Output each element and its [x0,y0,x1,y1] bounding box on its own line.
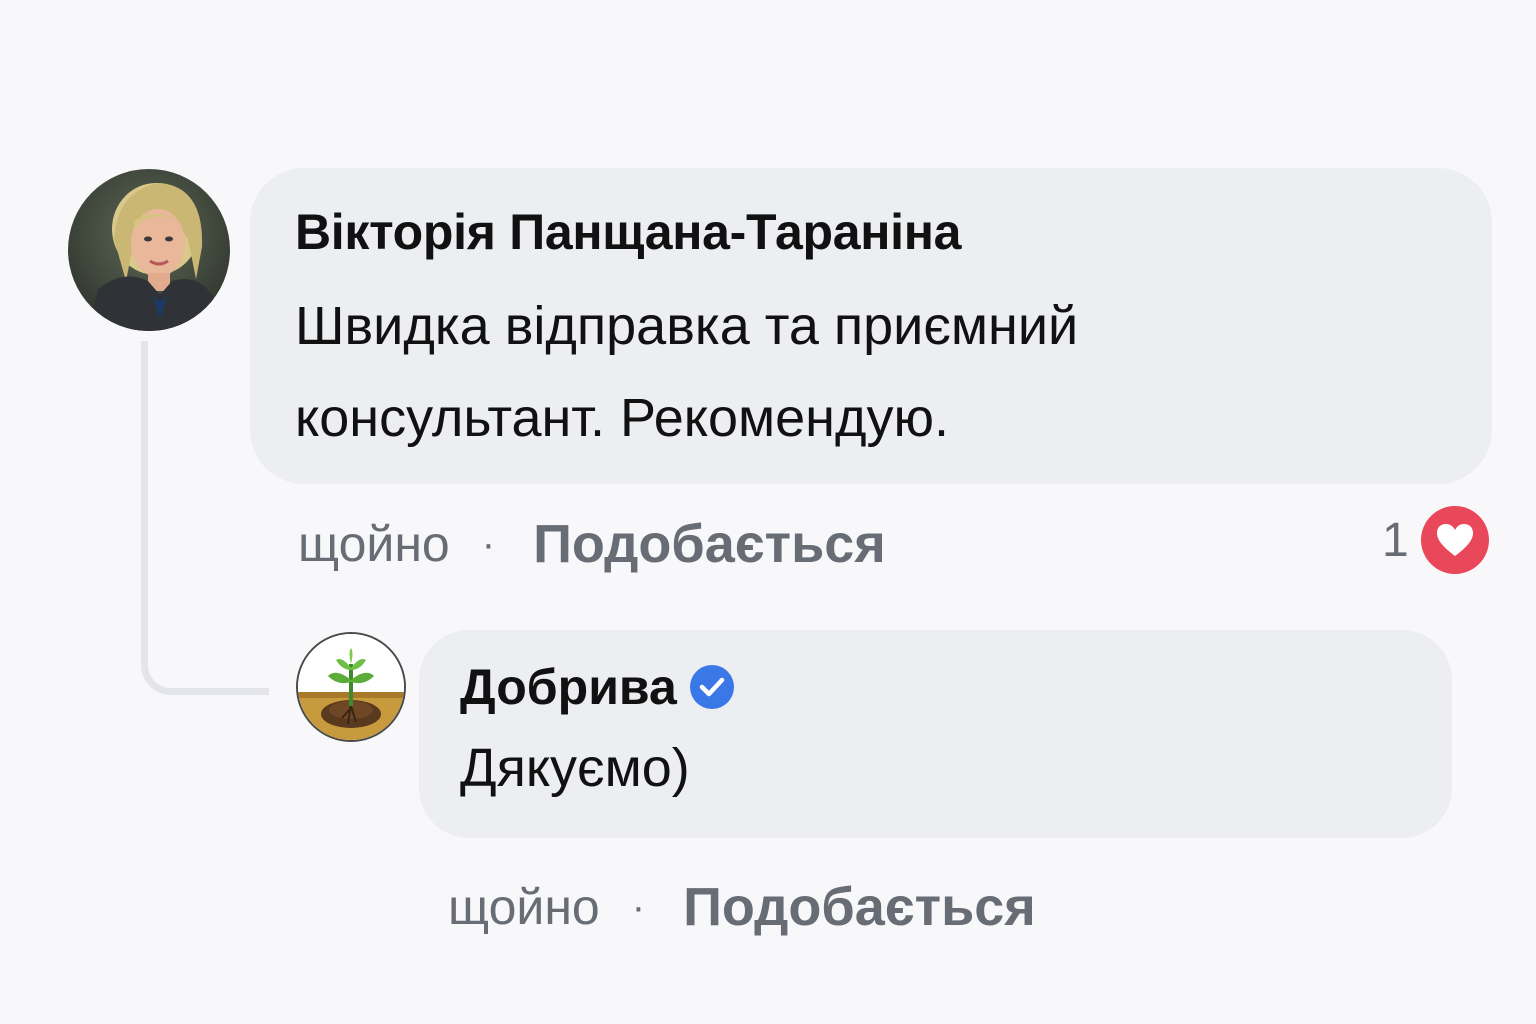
comment-text: Швидка відправка та приємний консультант… [295,296,1079,448]
portrait-photo-icon [68,169,230,331]
reply-author-row: Добрива [460,654,1412,720]
comment-author-name[interactable]: Вікторія Панщана-Тараніна [295,202,1452,262]
separator-dot: · [631,884,646,929]
comment-bubble: Вікторія Панщана-Тараніна Швидка відправ… [250,168,1492,484]
comment-actions: щойно · Подобається [298,512,886,576]
separator-dot: · [481,521,496,566]
heart-icon [1420,506,1489,574]
verified-badge-icon [689,665,734,709]
plant-sprout-icon [298,634,404,740]
page-avatar[interactable] [296,632,406,742]
reply-like-button[interactable]: Подобається [683,876,1036,938]
comment-timestamp[interactable]: щойно [298,515,450,573]
like-button[interactable]: Подобається [533,513,886,575]
reply-actions: щойно · Подобається [448,874,1036,940]
reply-author-name[interactable]: Добрива [460,658,677,716]
reply-text: Дякуємо) [460,738,690,798]
reply-timestamp[interactable]: щойно [448,878,600,936]
reply-bubble: Добрива Дякуємо) [419,630,1452,838]
reaction-summary[interactable]: 1 [1382,506,1489,574]
reaction-count: 1 [1382,513,1409,567]
commenter-avatar[interactable] [68,169,230,331]
